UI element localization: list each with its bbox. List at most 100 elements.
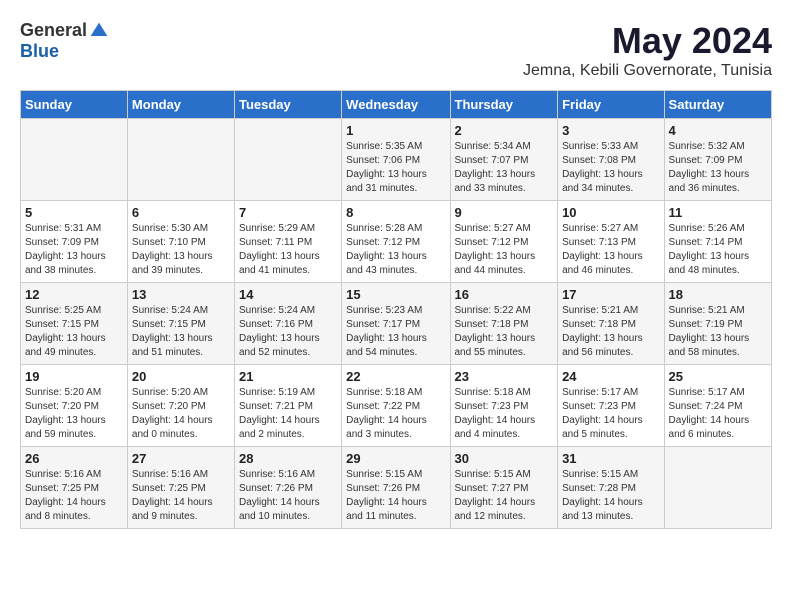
calendar-table: SundayMondayTuesdayWednesdayThursdayFrid… xyxy=(20,90,772,529)
cell-content: Sunrise: 5:34 AM Sunset: 7:07 PM Dayligh… xyxy=(455,140,554,196)
day-number: 23 xyxy=(455,369,554,384)
day-number: 26 xyxy=(25,451,123,466)
day-number: 16 xyxy=(455,287,554,302)
calendar-cell: 14 Sunrise: 5:24 AM Sunset: 7:16 PM Dayli… xyxy=(234,283,341,365)
cell-content: Sunrise: 5:33 AM Sunset: 7:08 PM Dayligh… xyxy=(562,140,659,196)
weekday-header: Saturday xyxy=(664,91,771,119)
calendar-cell xyxy=(234,119,341,201)
calendar-cell: 7 Sunrise: 5:29 AM Sunset: 7:11 PM Daylig… xyxy=(234,201,341,283)
cell-content: Sunrise: 5:25 AM Sunset: 7:15 PM Dayligh… xyxy=(25,304,123,360)
cell-content: Sunrise: 5:32 AM Sunset: 7:09 PM Dayligh… xyxy=(669,140,767,196)
cell-content: Sunrise: 5:16 AM Sunset: 7:25 PM Dayligh… xyxy=(132,468,230,524)
cell-content: Sunrise: 5:20 AM Sunset: 7:20 PM Dayligh… xyxy=(132,386,230,442)
calendar-cell: 4 Sunrise: 5:32 AM Sunset: 7:09 PM Daylig… xyxy=(664,119,771,201)
calendar-cell: 9 Sunrise: 5:27 AM Sunset: 7:12 PM Daylig… xyxy=(450,201,558,283)
calendar-cell: 8 Sunrise: 5:28 AM Sunset: 7:12 PM Daylig… xyxy=(342,201,450,283)
cell-content: Sunrise: 5:19 AM Sunset: 7:21 PM Dayligh… xyxy=(239,386,337,442)
calendar-cell: 22Sunrise: 5:18 AM Sunset: 7:22 PM Dayli… xyxy=(342,365,450,447)
cell-content: Sunrise: 5:24 AM Sunset: 7:15 PM Dayligh… xyxy=(132,304,230,360)
calendar-cell: 24Sunrise: 5:17 AM Sunset: 7:23 PM Dayli… xyxy=(558,365,664,447)
calendar-week-row: 5 Sunrise: 5:31 AM Sunset: 7:09 PM Daylig… xyxy=(21,201,772,283)
cell-content: Sunrise: 5:24 AM Sunset: 7:16 PM Dayligh… xyxy=(239,304,337,360)
cell-content: Sunrise: 5:22 AM Sunset: 7:18 PM Dayligh… xyxy=(455,304,554,360)
cell-content: Sunrise: 5:35 AM Sunset: 7:06 PM Dayligh… xyxy=(346,140,445,196)
day-number: 1 xyxy=(346,123,445,138)
day-number: 5 xyxy=(25,205,123,220)
cell-content: Sunrise: 5:21 AM Sunset: 7:19 PM Dayligh… xyxy=(669,304,767,360)
calendar-cell: 13 Sunrise: 5:24 AM Sunset: 7:15 PM Dayli… xyxy=(127,283,234,365)
calendar-cell: 16 Sunrise: 5:22 AM Sunset: 7:18 PM Dayli… xyxy=(450,283,558,365)
calendar-cell: 26Sunrise: 5:16 AM Sunset: 7:25 PM Dayli… xyxy=(21,447,128,529)
calendar-cell: 28Sunrise: 5:16 AM Sunset: 7:26 PM Dayli… xyxy=(234,447,341,529)
weekday-header: Monday xyxy=(127,91,234,119)
cell-content: Sunrise: 5:15 AM Sunset: 7:27 PM Dayligh… xyxy=(455,468,554,524)
day-number: 8 xyxy=(346,205,445,220)
calendar-cell xyxy=(21,119,128,201)
cell-content: Sunrise: 5:30 AM Sunset: 7:10 PM Dayligh… xyxy=(132,222,230,278)
calendar-cell: 18Sunrise: 5:21 AM Sunset: 7:19 PM Dayli… xyxy=(664,283,771,365)
day-number: 27 xyxy=(132,451,230,466)
cell-content: Sunrise: 5:29 AM Sunset: 7:11 PM Dayligh… xyxy=(239,222,337,278)
cell-content: Sunrise: 5:15 AM Sunset: 7:28 PM Dayligh… xyxy=(562,468,659,524)
weekday-header: Friday xyxy=(558,91,664,119)
calendar-cell: 3Sunrise: 5:33 AM Sunset: 7:08 PM Daylig… xyxy=(558,119,664,201)
calendar-cell: 29 Sunrise: 5:15 AM Sunset: 7:26 PM Dayli… xyxy=(342,447,450,529)
day-number: 2 xyxy=(455,123,554,138)
logo-icon xyxy=(89,21,109,41)
weekday-header: Sunday xyxy=(21,91,128,119)
day-number: 10 xyxy=(562,205,659,220)
calendar-week-row: 26 Sunrise: 5:16 AM Sunset: 7:25 PM Dayli… xyxy=(21,447,772,529)
calendar-cell: 17 Sunrise: 5:21 AM Sunset: 7:18 PM Dayli… xyxy=(558,283,664,365)
calendar-header: SundayMondayTuesdayWednesdayThursdayFrid… xyxy=(21,91,772,119)
day-number: 24 xyxy=(562,369,659,384)
calendar-cell xyxy=(127,119,234,201)
day-number: 7 xyxy=(239,205,337,220)
weekday-header: Tuesday xyxy=(234,91,341,119)
day-number: 25 xyxy=(669,369,767,384)
day-number: 17 xyxy=(562,287,659,302)
weekday-header: Wednesday xyxy=(342,91,450,119)
logo-blue-text: Blue xyxy=(20,41,59,62)
cell-content: Sunrise: 5:20 AM Sunset: 7:20 PM Dayligh… xyxy=(25,386,123,442)
calendar-cell: 23Sunrise: 5:18 AM Sunset: 7:23 PM Dayli… xyxy=(450,365,558,447)
calendar-week-row: 1 Sunrise: 5:35 AM Sunset: 7:06 PM Daylig… xyxy=(21,119,772,201)
weekday-header-row: SundayMondayTuesdayWednesdayThursdayFrid… xyxy=(21,91,772,119)
cell-content: Sunrise: 5:15 AM Sunset: 7:26 PM Dayligh… xyxy=(346,468,445,524)
logo: General Blue xyxy=(20,20,109,62)
calendar-cell: 1 Sunrise: 5:35 AM Sunset: 7:06 PM Daylig… xyxy=(342,119,450,201)
day-number: 4 xyxy=(669,123,767,138)
weekday-header: Thursday xyxy=(450,91,558,119)
calendar-cell: 10 Sunrise: 5:27 AM Sunset: 7:13 PM Dayli… xyxy=(558,201,664,283)
calendar-cell: 31Sunrise: 5:15 AM Sunset: 7:28 PM Dayli… xyxy=(558,447,664,529)
calendar-cell: 20Sunrise: 5:20 AM Sunset: 7:20 PM Dayli… xyxy=(127,365,234,447)
cell-content: Sunrise: 5:28 AM Sunset: 7:12 PM Dayligh… xyxy=(346,222,445,278)
calendar-cell: 15Sunrise: 5:23 AM Sunset: 7:17 PM Dayli… xyxy=(342,283,450,365)
day-number: 12 xyxy=(25,287,123,302)
calendar-cell: 21Sunrise: 5:19 AM Sunset: 7:21 PM Dayli… xyxy=(234,365,341,447)
day-number: 29 xyxy=(346,451,445,466)
cell-content: Sunrise: 5:21 AM Sunset: 7:18 PM Dayligh… xyxy=(562,304,659,360)
title-block: May 2024 Jemna, Kebili Governorate, Tuni… xyxy=(523,20,772,80)
calendar-cell xyxy=(664,447,771,529)
day-number: 13 xyxy=(132,287,230,302)
cell-content: Sunrise: 5:17 AM Sunset: 7:24 PM Dayligh… xyxy=(669,386,767,442)
calendar-cell: 12 Sunrise: 5:25 AM Sunset: 7:15 PM Dayli… xyxy=(21,283,128,365)
logo-general-text: General xyxy=(20,20,87,41)
calendar-cell: 11Sunrise: 5:26 AM Sunset: 7:14 PM Dayli… xyxy=(664,201,771,283)
calendar-cell: 25 Sunrise: 5:17 AM Sunset: 7:24 PM Dayli… xyxy=(664,365,771,447)
day-number: 14 xyxy=(239,287,337,302)
day-number: 9 xyxy=(455,205,554,220)
calendar-week-row: 19Sunrise: 5:20 AM Sunset: 7:20 PM Dayli… xyxy=(21,365,772,447)
day-number: 15 xyxy=(346,287,445,302)
calendar-body: 1 Sunrise: 5:35 AM Sunset: 7:06 PM Daylig… xyxy=(21,119,772,529)
cell-content: Sunrise: 5:18 AM Sunset: 7:22 PM Dayligh… xyxy=(346,386,445,442)
cell-content: Sunrise: 5:27 AM Sunset: 7:12 PM Dayligh… xyxy=(455,222,554,278)
day-number: 30 xyxy=(455,451,554,466)
cell-content: Sunrise: 5:31 AM Sunset: 7:09 PM Dayligh… xyxy=(25,222,123,278)
calendar-cell: 2 Sunrise: 5:34 AM Sunset: 7:07 PM Daylig… xyxy=(450,119,558,201)
calendar-cell: 30 Sunrise: 5:15 AM Sunset: 7:27 PM Dayli… xyxy=(450,447,558,529)
calendar-cell: 19Sunrise: 5:20 AM Sunset: 7:20 PM Dayli… xyxy=(21,365,128,447)
cell-content: Sunrise: 5:27 AM Sunset: 7:13 PM Dayligh… xyxy=(562,222,659,278)
page-header: General Blue May 2024 Jemna, Kebili Gove… xyxy=(20,20,772,80)
location-text: Jemna, Kebili Governorate, Tunisia xyxy=(523,62,772,80)
